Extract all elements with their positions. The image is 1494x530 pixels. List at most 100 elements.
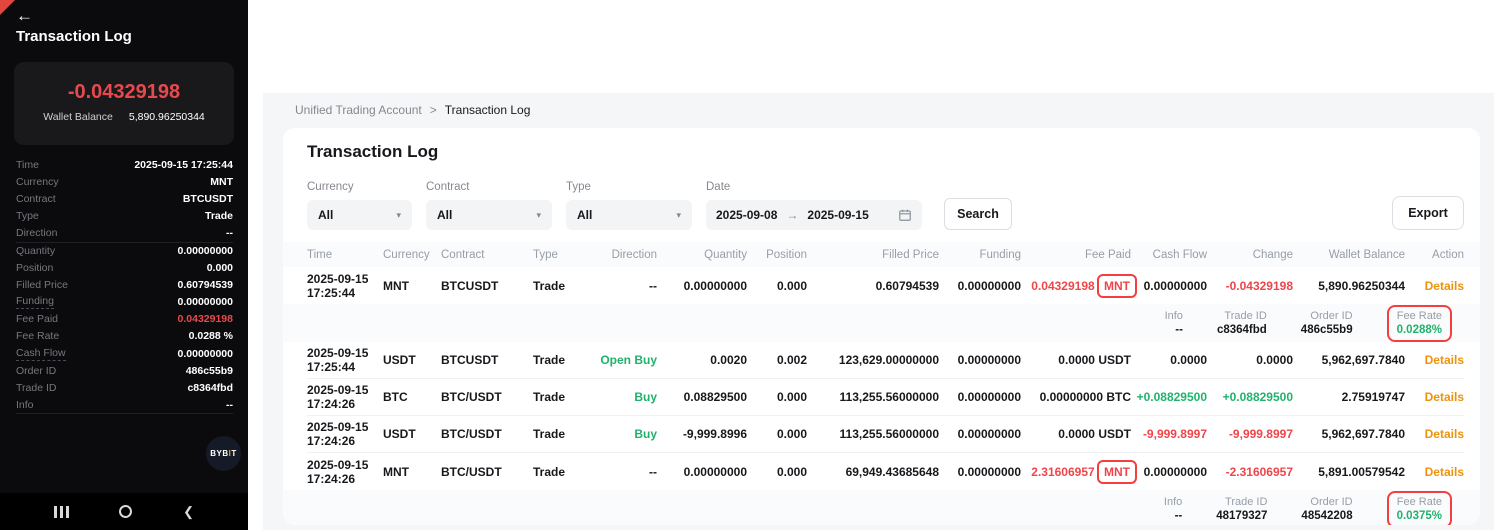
- table-row: 2025-09-1517:25:44USDTBTCUSDTTradeOpen B…: [307, 342, 1464, 379]
- details-link[interactable]: Details: [1425, 353, 1464, 367]
- time-date: 2025-09-15: [307, 346, 383, 360]
- details-link[interactable]: Details: [1425, 465, 1464, 479]
- breadcrumb-separator: >: [430, 103, 437, 117]
- recents-icon[interactable]: [54, 506, 69, 518]
- column-header: Fee Paid: [1021, 249, 1131, 261]
- phone-field-label: Quantity: [16, 245, 55, 257]
- date-from[interactable]: 2025-09-08: [716, 208, 777, 222]
- home-icon[interactable]: [119, 505, 132, 518]
- phone-field-label: Currency: [16, 176, 59, 188]
- chevron-down-icon: ▾: [536, 210, 541, 221]
- cell-action: Details: [1405, 353, 1464, 367]
- phone-field-value: Trade: [205, 210, 233, 222]
- details-link[interactable]: Details: [1425, 279, 1464, 293]
- cell-quantity: -9,999.8996: [657, 427, 747, 441]
- corner-marker-triangle: [0, 0, 15, 15]
- type-select[interactable]: All ▾: [566, 200, 692, 230]
- phone-field-row: CurrencyMNT: [16, 173, 233, 190]
- details-link[interactable]: Details: [1425, 390, 1464, 404]
- phone-field-row: Info--: [16, 397, 233, 414]
- desktop-panel: Unified Trading Account > Transaction Lo…: [248, 0, 1494, 530]
- filter-bar: Currency All ▾ Contract All ▾ Type: [307, 181, 1464, 230]
- column-header: Action: [1405, 249, 1464, 261]
- cell-cash-flow: 0.00000000: [1131, 279, 1207, 293]
- wallet-balance-value: 5,890.96250344: [129, 111, 205, 123]
- currency-filter: Currency All ▾: [307, 181, 412, 230]
- column-header: Type: [533, 249, 585, 261]
- detail-item-fee-rate: Fee Rate0.0375%: [1387, 494, 1442, 524]
- phone-field-value: 2025-09-15 17:25:44: [134, 159, 233, 171]
- fee-unit: USDT: [1098, 353, 1131, 367]
- contract-select[interactable]: All ▾: [426, 200, 552, 230]
- fee-rate-annotation-box: Fee Rate0.0375%: [1387, 491, 1452, 525]
- cell-direction: Buy: [585, 390, 657, 404]
- cell-funding: 0.00000000: [939, 390, 1021, 404]
- detail-label: Info: [1164, 496, 1182, 508]
- cell-time: 2025-09-1517:25:44: [307, 346, 383, 374]
- detail-value: 486c55b9: [1301, 324, 1353, 336]
- date-filter: Date 2025-09-08 → 2025-09-15: [706, 181, 922, 230]
- detail-value: 48179327: [1216, 510, 1267, 522]
- phone-field-row: Fee Rate0.0288 %: [16, 328, 233, 345]
- phone-field-label: Type: [16, 210, 39, 222]
- phone-field-row: Type Trade: [16, 208, 233, 225]
- transaction-table: TimeCurrencyContractTypeDirectionQuantit…: [307, 242, 1464, 525]
- fee-value: 0.0000: [1058, 353, 1098, 367]
- breadcrumb-parent-link[interactable]: Unified Trading Account: [295, 103, 422, 117]
- date-filter-label: Date: [706, 181, 922, 193]
- balance-summary-card: -0.04329198 Wallet Balance 5,890.9625034…: [14, 62, 234, 145]
- breadcrumb-current: Transaction Log: [445, 103, 531, 117]
- wallet-balance-label: Wallet Balance: [43, 111, 113, 123]
- phone-field-label: Direction: [16, 227, 57, 239]
- date-to[interactable]: 2025-09-15: [807, 208, 868, 222]
- phone-field-value: 0.04329198: [178, 313, 233, 325]
- phone-field-value: --: [226, 227, 233, 239]
- phone-field-label: Info: [16, 399, 34, 411]
- nav-back-icon[interactable]: ❮: [183, 505, 194, 518]
- details-link[interactable]: Details: [1425, 427, 1464, 441]
- cell-type: Trade: [533, 465, 585, 479]
- cell-type: Trade: [533, 353, 585, 367]
- bybit-logo: BYBIT: [206, 436, 241, 471]
- cell-change: 0.0000: [1207, 353, 1293, 367]
- cell-change: -2.31606957: [1207, 465, 1293, 479]
- column-header: Quantity: [657, 249, 747, 261]
- column-header: Position: [747, 249, 807, 261]
- cell-filled-price: 113,255.56000000: [807, 390, 939, 404]
- currency-select[interactable]: All ▾: [307, 200, 412, 230]
- cell-cash-flow: +0.08829500: [1131, 390, 1207, 404]
- cell-fee-paid: 2.31606957 MNT: [1021, 463, 1131, 481]
- cell-funding: 0.00000000: [939, 353, 1021, 367]
- export-button[interactable]: Export: [1392, 196, 1464, 230]
- column-header: Time: [307, 249, 383, 261]
- detail-item-order-id: Order ID486c55b9: [1301, 310, 1353, 336]
- cell-cash-flow: -9,999.8997: [1131, 427, 1207, 441]
- calendar-icon[interactable]: [898, 208, 912, 222]
- detail-item-info: Info--: [1165, 310, 1183, 336]
- cell-quantity: 0.00000000: [657, 279, 747, 293]
- detail-item-inner: Trade IDc8364fbd: [1217, 310, 1267, 336]
- detail-item-inner: Info--: [1164, 496, 1182, 522]
- detail-label: Info: [1165, 310, 1183, 322]
- column-header: Filled Price: [807, 249, 939, 261]
- cell-fee-paid: 0.0000 USDT: [1021, 427, 1131, 441]
- detail-item-order-id: Order ID48542208: [1301, 496, 1352, 522]
- time-clock: 17:25:44: [307, 360, 383, 374]
- detail-value: 48542208: [1301, 510, 1352, 522]
- date-range-picker[interactable]: 2025-09-08 → 2025-09-15: [706, 200, 922, 230]
- back-arrow-icon[interactable]: ←: [16, 6, 33, 26]
- column-header: Change: [1207, 249, 1293, 261]
- search-button[interactable]: Search: [944, 198, 1012, 230]
- page-title: Transaction Log: [307, 142, 1464, 162]
- time-clock: 17:25:44: [307, 286, 383, 300]
- phone-field-row: ContractBTCUSDT: [16, 190, 233, 207]
- cell-direction: Buy: [585, 427, 657, 441]
- phone-field-label: Fee Paid: [16, 313, 58, 325]
- time-date: 2025-09-15: [307, 383, 383, 397]
- phone-field-label: Fee Rate: [16, 330, 59, 342]
- detail-value: 0.0288%: [1397, 324, 1442, 336]
- cell-cash-flow: 0.0000: [1131, 353, 1207, 367]
- cell-direction: Open Buy: [585, 353, 657, 367]
- cell-fee-paid: 0.04329198 MNT: [1021, 277, 1131, 295]
- date-range-arrow: →: [786, 208, 798, 222]
